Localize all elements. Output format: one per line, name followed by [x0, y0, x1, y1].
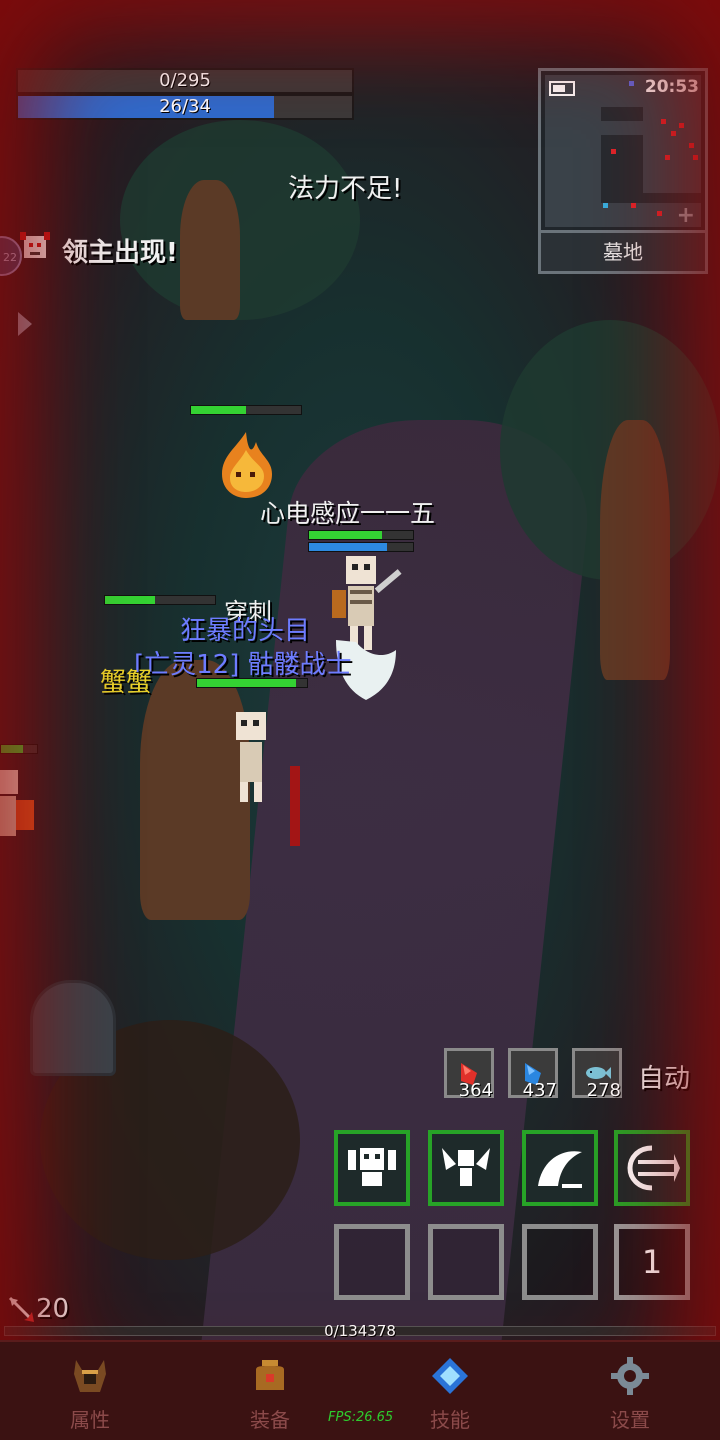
expand-arrow-icon[interactable]	[18, 312, 32, 336]
blue-potion-count: 437	[522, 1080, 557, 1101]
tree-enemy-hp-bar	[104, 595, 216, 605]
enemy-name: [亡灵12] 骷髅战士	[134, 650, 352, 680]
skill-slot-4[interactable]	[614, 1130, 690, 1206]
player-hp-bar	[308, 530, 414, 540]
page-slot[interactable]: 1	[614, 1224, 690, 1300]
tree-trunk	[600, 420, 670, 680]
tree-trunk	[180, 180, 240, 320]
skill-slot-2[interactable]	[428, 1130, 504, 1206]
nav-skills[interactable]: 技能	[400, 1356, 500, 1433]
skeleton-warrior[interactable]	[226, 706, 306, 850]
skill-slot-1[interactable]	[334, 1130, 410, 1206]
telepathy-text: 心电感应一一五	[260, 499, 436, 528]
level-badge-text: 22	[3, 251, 17, 264]
flame-hp-bar	[190, 405, 302, 415]
winged-skeleton-icon	[442, 1148, 490, 1186]
crystal-icon	[432, 1358, 468, 1394]
hp-text: 0/295	[159, 70, 211, 91]
mp-bar: 26/34	[16, 94, 354, 120]
bottom-nav: 属性 装备 技能 设置	[0, 1340, 720, 1440]
edge-enemy-hp-bar	[0, 744, 38, 754]
player-skeleton-knight[interactable]	[326, 550, 416, 724]
boss-icon	[18, 230, 52, 264]
ally-name: 蟹蟹	[100, 668, 153, 698]
skeleton-edge-enemy[interactable]	[0, 760, 40, 874]
xp-text: 0/134378	[324, 1322, 396, 1340]
skull-summon-icon	[348, 1148, 396, 1186]
nav-equipment[interactable]: 装备	[220, 1356, 320, 1433]
hp-bar: 0/295	[16, 68, 354, 94]
nav-attributes[interactable]: 属性	[40, 1356, 140, 1433]
helmet-icon	[74, 1360, 106, 1392]
location-label: 墓地	[541, 230, 705, 271]
nav-skills-label: 技能	[430, 1408, 470, 1432]
mana-warning: 法力不足!	[288, 174, 403, 204]
empty-slot-1[interactable]	[334, 1224, 410, 1300]
flame-spirit[interactable]	[216, 430, 276, 504]
skeleton-hp-bar	[196, 678, 308, 688]
tombstone	[30, 980, 116, 1076]
consumable-fish[interactable]: 278	[572, 1048, 622, 1101]
enemy-title: 狂暴的头目	[180, 616, 311, 646]
piercing-arrow-icon	[627, 1145, 680, 1191]
nav-equipment-label: 装备	[250, 1408, 290, 1432]
empty-slot-3[interactable]	[522, 1224, 598, 1300]
clock: 20:53	[644, 77, 699, 97]
empty-slot-2[interactable]	[428, 1224, 504, 1300]
minimap[interactable]: 20:53 + 墓地	[538, 68, 708, 274]
gear-icon	[611, 1357, 649, 1395]
mp-text: 26/34	[159, 96, 211, 117]
nav-settings-label: 设置	[610, 1408, 650, 1432]
skill-slot-3[interactable]	[522, 1130, 598, 1206]
battery-icon	[549, 81, 575, 96]
game-stage: 0/295 26/34 法力不足! 22 领主出现! 20:53 + 墓地 心电…	[0, 0, 720, 1440]
fps-counter: FPS:26.65	[328, 1410, 394, 1425]
fish-count: 278	[586, 1080, 621, 1101]
red-potion-count: 364	[458, 1080, 493, 1101]
plus-icon[interactable]: +	[677, 203, 695, 228]
page-slot-number: 1	[641, 1243, 663, 1281]
consumable-blue-potion[interactable]: 437	[508, 1048, 558, 1101]
nav-attributes-label: 属性	[70, 1408, 110, 1432]
bag-icon	[256, 1360, 284, 1390]
auto-button[interactable]: 自动	[638, 1058, 690, 1095]
boss-notice: 领主出现!	[62, 238, 178, 268]
wave-slash-icon	[538, 1151, 582, 1188]
arrow-count: 20	[36, 1294, 70, 1324]
nav-settings[interactable]: 设置	[580, 1356, 680, 1433]
consumable-red-potion[interactable]: 364	[444, 1048, 494, 1101]
tree-canopy	[120, 120, 360, 320]
